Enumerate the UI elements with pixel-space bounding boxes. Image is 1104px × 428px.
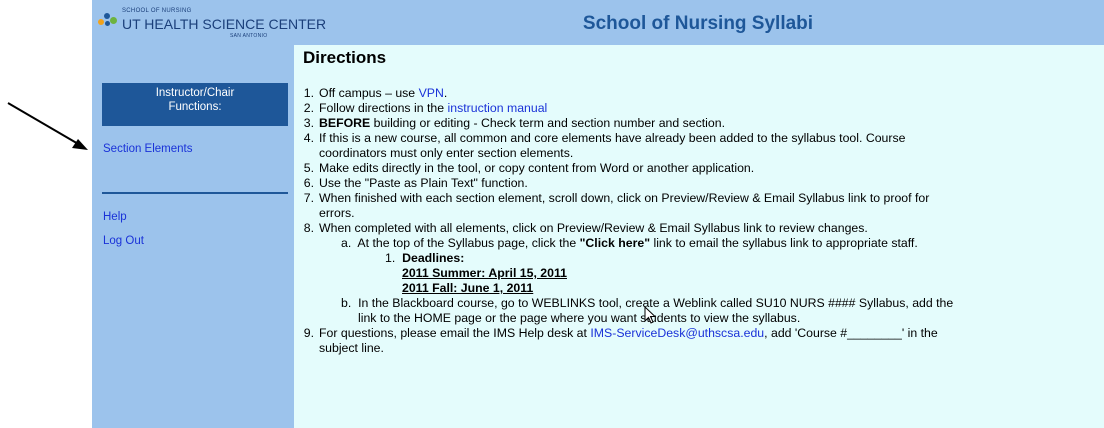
deadline-summer: 2011 Summer: April 15, 2011 <box>402 266 567 280</box>
uthsc-logo[interactable]: SCHOOL OF NURSING UT HEALTH SCIENCE CENT… <box>96 6 326 40</box>
ims-email-link[interactable]: IMS-ServiceDesk@uthscsa.edu <box>590 326 764 340</box>
list-item-continued: subject line. <box>319 341 384 355</box>
directions-heading: Directions <box>303 48 387 67</box>
list-item: 8. When completed with all elements, clic… <box>303 221 868 235</box>
instructor-box-line1: Instructor/Chair <box>155 87 235 99</box>
annotation-arrow-icon <box>7 102 88 150</box>
sub-list-item-continued: link to the HOME page or the page where … <box>358 311 801 325</box>
list-item-continued: errors. <box>319 206 355 220</box>
sidebar-divider <box>102 192 288 194</box>
list-item: 9. For questions, please email the IMS He… <box>303 326 938 340</box>
section-elements-link[interactable]: Section Elements <box>103 143 193 155</box>
main-content: Directions 1. Off campus – use VPN. 2. Fol… <box>294 45 1104 428</box>
instructor-functions-box: Instructor/Chair Functions: <box>102 83 288 126</box>
help-link[interactable]: Help <box>103 211 127 223</box>
list-item-continued: coordinators must only enter section ele… <box>319 146 574 160</box>
sidebar: Instructor/Chair Functions: Section Elem… <box>92 45 294 428</box>
header-bar: SCHOOL OF NURSING UT HEALTH SCIENCE CENT… <box>92 0 1104 45</box>
mouse-cursor-icon <box>644 306 657 324</box>
list-item: 6. Use the "Paste as Plain Text" function… <box>303 176 528 190</box>
logout-link[interactable]: Log Out <box>103 235 144 247</box>
list-item: 1. Off campus – use VPN. <box>303 86 448 100</box>
logo-dots-icon <box>98 10 120 28</box>
logo-san-antonio-text: SAN ANTONIO <box>230 33 268 39</box>
sub-list-item: a. At the top of the Syllabus page, clic… <box>341 236 918 250</box>
vpn-link[interactable]: VPN <box>419 86 444 100</box>
list-item: 7. When finished with each section elemen… <box>303 191 930 205</box>
list-item: 4. If this is a new course, all common an… <box>303 131 906 145</box>
site-title: School of Nursing Syllabi <box>582 13 814 34</box>
list-item: 5. Make edits directly in the tool, or co… <box>303 161 755 175</box>
list-item: 2. Follow directions in the instruction m… <box>303 101 548 115</box>
deadline-fall: 2011 Fall: June 1, 2011 <box>402 281 534 295</box>
list-item: 3. BEFORE building or editing - Check ter… <box>303 116 726 130</box>
instructor-box-line2: Functions: <box>168 101 222 113</box>
deadlines-item: 1. Deadlines: <box>385 251 465 265</box>
instruction-manual-link[interactable]: instruction manual <box>448 101 548 115</box>
logo-school-text: SCHOOL OF NURSING <box>122 8 192 14</box>
